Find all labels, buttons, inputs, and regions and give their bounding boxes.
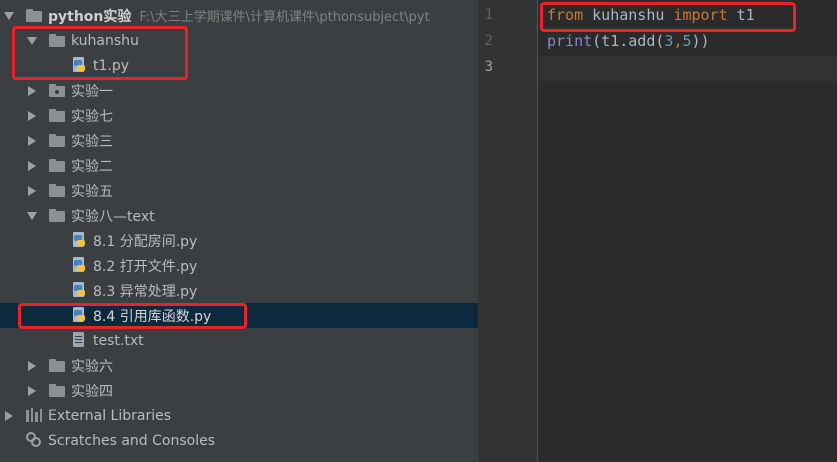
tree-item-file-8-2[interactable]: 8.2 打开文件.py (0, 253, 478, 278)
tree-item-folder-2[interactable]: 实验二 (0, 153, 478, 178)
chevron-right-icon[interactable] (26, 135, 38, 147)
folder-icon (49, 159, 65, 172)
tree-item-file-8-1[interactable]: 8.1 分配房间.py (0, 228, 478, 253)
chevron-down-icon[interactable] (26, 210, 38, 222)
tree-item-label: 8.1 分配房间.py (93, 233, 198, 250)
tree-root-row[interactable]: python实验 F:\大三上学期课件\计算机课件\pthonsubject\py… (0, 3, 478, 28)
tree-item-folder-1[interactable]: 实验一 (0, 78, 478, 103)
keyword-import: import (673, 6, 728, 24)
folder-icon (49, 109, 65, 122)
tree-item-file-8-3[interactable]: 8.3 异常处理.py (0, 278, 478, 303)
code-line-1[interactable]: from kuhanshu import t1 (547, 6, 755, 24)
code-editor[interactable]: from kuhanshu import t1 print(t1.add(3,5… (539, 0, 837, 462)
folder-icon (49, 359, 65, 372)
tree-item-label: 8.4 引用库函数.py (93, 308, 212, 325)
python-file-icon (72, 257, 86, 273)
tree-item-label: 实验八—text (71, 208, 155, 225)
chevron-right-icon[interactable] (26, 85, 38, 97)
text-file-icon (72, 332, 86, 348)
number-literal: 5 (682, 32, 692, 50)
chevron-right-icon[interactable] (26, 385, 38, 397)
python-file-icon (72, 307, 86, 323)
tree-item-label: 8.3 异常处理.py (93, 283, 198, 300)
tree-item-label: 实验六 (71, 358, 113, 375)
folder-icon (49, 134, 65, 147)
tree-item-label: 8.2 打开文件.py (93, 258, 198, 275)
tree-item-file-test-txt[interactable]: test.txt (0, 328, 478, 353)
project-tool-window: python实验 F:\大三上学期课件\计算机课件\pthonsubject\py… (0, 0, 478, 462)
line-number-3: 3 (484, 59, 493, 75)
tree-item-kuhanshu[interactable]: kuhanshu (0, 28, 478, 53)
tree-item-folder-6[interactable]: 实验六 (0, 353, 478, 378)
line-number-2: 2 (484, 33, 493, 49)
tree-item-label: 实验七 (71, 108, 113, 125)
tree-item-folder-5[interactable]: 实验五 (0, 178, 478, 203)
libraries-icon (26, 408, 42, 422)
chevron-right-icon[interactable] (3, 410, 15, 422)
folder-icon (49, 34, 65, 47)
tree-item-label: 实验二 (71, 158, 113, 175)
root-folder-path: F:\大三上学期课件\计算机课件\pthonsubject\pyt (139, 9, 430, 25)
current-line-highlight (539, 56, 837, 81)
chevron-right-icon[interactable] (26, 360, 38, 372)
module-name: kuhanshu (583, 6, 674, 24)
tree-item-scratches[interactable]: Scratches and Consoles (0, 428, 478, 453)
tree-item-file-8-4[interactable]: 8.4 引用库函数.py (0, 303, 478, 328)
code-line-2[interactable]: print(t1.add(3,5)) (547, 32, 710, 50)
tree-item-label: 实验三 (71, 133, 113, 150)
root-folder-name: python实验 (48, 8, 132, 25)
tree-item-label: 实验一 (71, 83, 113, 100)
folder-icon (49, 209, 65, 222)
tree-item-folder-4[interactable]: 实验四 (0, 378, 478, 403)
folder-icon (26, 9, 42, 22)
imported-name: t1 (727, 6, 755, 24)
closing-parens: )) (691, 32, 710, 50)
chevron-right-icon[interactable] (26, 185, 38, 197)
folder-icon (49, 384, 65, 397)
tree-item-label: 实验五 (71, 183, 113, 200)
call-expression: (t1.add( (592, 32, 665, 50)
python-file-icon (72, 282, 86, 298)
package-folder-icon (49, 84, 65, 97)
tree-item-label: 实验四 (71, 383, 113, 400)
tree-item-external-libraries[interactable]: External Libraries (0, 403, 478, 428)
folder-icon (49, 184, 65, 197)
chevron-down-icon[interactable] (3, 10, 15, 22)
chevron-right-icon[interactable] (26, 160, 38, 172)
tree-item-label: kuhanshu (71, 32, 139, 49)
chevron-down-icon[interactable] (26, 35, 38, 47)
tree-item-folder-8[interactable]: 实验八—text (0, 203, 478, 228)
python-file-icon (72, 232, 86, 248)
tree-item-label: t1.py (93, 57, 130, 74)
builtin-print: print (547, 32, 593, 50)
chevron-right-icon[interactable] (26, 110, 38, 122)
python-file-icon (72, 57, 86, 73)
keyword-from: from (547, 6, 584, 24)
tree-item-t1-py[interactable]: t1.py (0, 53, 478, 78)
tree-item-label: test.txt (93, 332, 144, 349)
scratches-icon (26, 432, 42, 448)
line-number-gutter: 1 2 3 (478, 0, 538, 462)
tree-item-label: Scratches and Consoles (48, 432, 215, 449)
tree-item-folder-3[interactable]: 实验三 (0, 128, 478, 153)
tree-item-label: External Libraries (48, 407, 171, 424)
line-number-1: 1 (484, 7, 493, 23)
tree-item-folder-7[interactable]: 实验七 (0, 103, 478, 128)
